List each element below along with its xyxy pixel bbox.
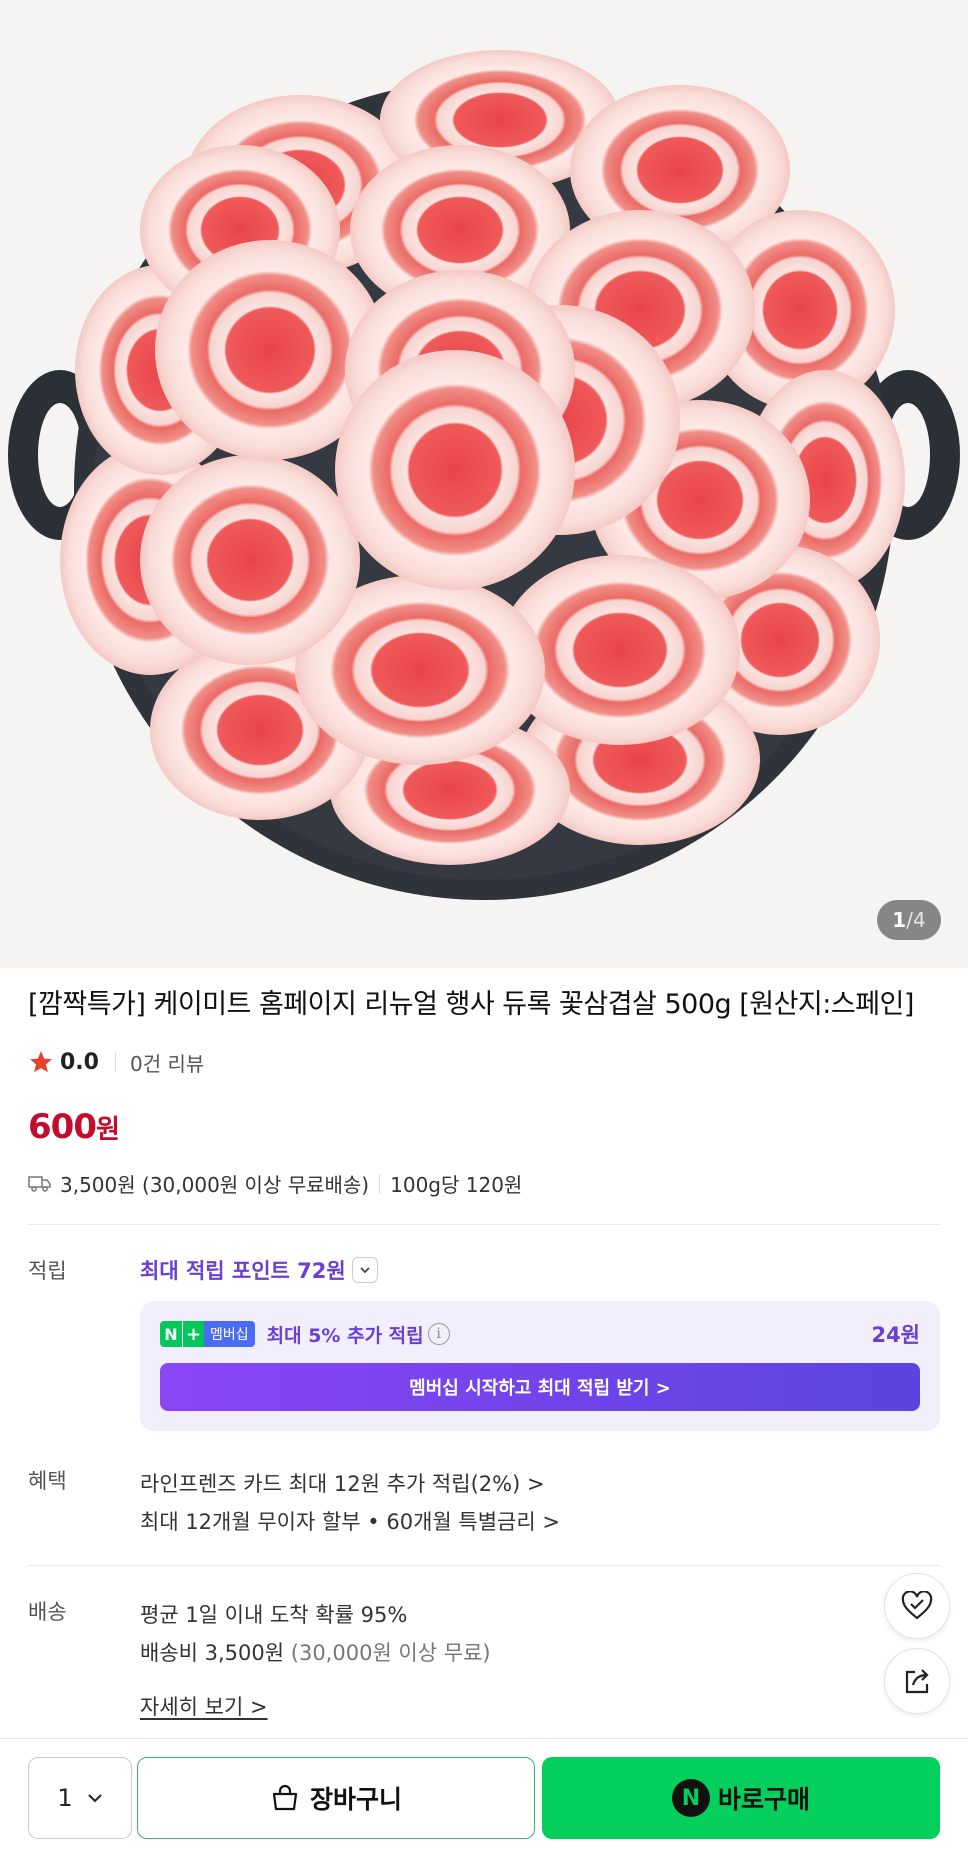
- benefit-card-link[interactable]: 라인프렌즈 카드 최대 12원 추가 적립(2%) >: [140, 1465, 560, 1503]
- price: 600 원: [28, 1107, 940, 1147]
- quantity-select[interactable]: 1: [28, 1757, 132, 1839]
- chevron-down-icon: [87, 1794, 102, 1803]
- benefit-installment-link[interactable]: 최대 12개월 무이자 할부 • 60개월 특별금리 >: [140, 1503, 560, 1541]
- delivery-label: 배송: [28, 1600, 67, 1624]
- page-total: 4: [912, 908, 926, 932]
- points-section: 적립 최대 적립 포인트 72원 N + 멤버십 최대 5% 추가 적립 i 2…: [28, 1255, 940, 1431]
- review-count[interactable]: 0건 리뷰: [130, 1048, 204, 1077]
- share-button[interactable]: [884, 1648, 950, 1714]
- shipping-fee: 3,500원 (30,000원 이상 무료배송): [60, 1173, 370, 1197]
- points-title: 최대 적립 포인트 72원: [140, 1259, 346, 1283]
- heart-check-icon: [901, 1591, 933, 1620]
- page-separator: /: [906, 908, 913, 932]
- delivery-details-link[interactable]: 자세히 보기 >: [140, 1688, 491, 1726]
- naver-pay-icon: N: [671, 1779, 710, 1817]
- benefits-label: 혜택: [28, 1469, 67, 1493]
- shopping-bag-icon: [272, 1784, 298, 1811]
- share-icon: [905, 1669, 929, 1694]
- rating-row[interactable]: 0.0 0건 리뷰: [28, 1045, 940, 1079]
- rating-value: 0.0: [60, 1049, 99, 1075]
- buy-now-button[interactable]: N 바로구매: [542, 1757, 940, 1839]
- purchase-bar: 1 장바구니 N 바로구매: [0, 1738, 968, 1855]
- badge-n: N: [160, 1321, 182, 1347]
- page-current: 1: [892, 908, 907, 932]
- shipping-summary: 3,500원 (30,000원 이상 무료배송) 100g당 120원: [28, 1169, 940, 1198]
- cart-label: 장바구니: [309, 1785, 402, 1814]
- buy-label: 바로구매: [717, 1785, 810, 1814]
- divider: [114, 1052, 116, 1072]
- points-toggle[interactable]: 최대 적립 포인트 72원: [140, 1255, 940, 1285]
- delivery-arrival: 평균 1일 이내 도착 확률 95%: [140, 1603, 408, 1627]
- points-label: 적립: [28, 1259, 67, 1283]
- membership-start-button[interactable]: 멤버십 시작하고 최대 적립 받기 >: [160, 1363, 920, 1411]
- delivery-fee-label: 배송비 3,500원: [140, 1641, 285, 1665]
- unit-price: 100g당 120원: [390, 1173, 523, 1197]
- section-divider: [28, 1565, 940, 1566]
- info-icon[interactable]: i: [427, 1323, 450, 1345]
- delivery-section: 배송 평균 1일 이내 도착 확률 95% 배송비 3,500원 (30,000…: [28, 1596, 940, 1726]
- delivery-fee-note: (30,000원 이상 무료): [290, 1641, 491, 1665]
- meat-plate-illustration: [0, 0, 968, 968]
- benefits-section: 혜택 라인프렌즈 카드 최대 12원 추가 적립(2%) > 최대 12개월 무…: [28, 1465, 940, 1541]
- chevron-down-icon[interactable]: [351, 1257, 378, 1283]
- product-info: [깜짝특가] 케이미트 홈페이지 리뉴얼 행사 듀록 꽃삼겹살 500g [원산…: [28, 985, 940, 1726]
- price-unit: 원: [95, 1115, 120, 1145]
- naver-plus-membership-badge: N + 멤버십: [160, 1321, 255, 1347]
- wishlist-button[interactable]: [884, 1573, 950, 1639]
- badge-text: 멤버십: [204, 1321, 255, 1347]
- product-title: [깜짝특가] 케이미트 홈페이지 리뉴얼 행사 듀록 꽃삼겹살 500g [원산…: [28, 989, 914, 1020]
- membership-box: N + 멤버십 최대 5% 추가 적립 i 24원 멤버십 시작하고 최대 적립…: [140, 1301, 940, 1431]
- image-page-indicator: 1 / 4: [877, 900, 941, 940]
- star-icon: [30, 1051, 52, 1073]
- quantity-value: 1: [57, 1784, 73, 1812]
- product-image[interactable]: 1 / 4: [0, 0, 968, 968]
- badge-plus: +: [182, 1321, 204, 1347]
- truck-icon: [28, 1175, 51, 1192]
- price-value: 600: [28, 1107, 97, 1147]
- add-to-cart-button[interactable]: 장바구니: [137, 1757, 535, 1839]
- delivery-fee: 배송비 3,500원 (30,000원 이상 무료): [140, 1634, 491, 1672]
- membership-text: 최대 5% 추가 적립: [266, 1324, 424, 1347]
- section-divider: [28, 1224, 940, 1225]
- divider: [379, 1173, 381, 1194]
- membership-amount: 24원: [871, 1323, 920, 1347]
